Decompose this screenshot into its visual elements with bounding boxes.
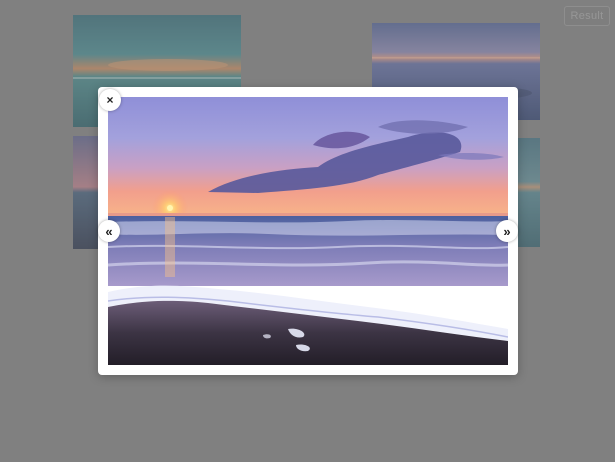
close-lightbox-button[interactable]: ×	[99, 89, 121, 111]
beach-sunset-waves-photo	[108, 97, 508, 365]
chevron-left-double-icon: «	[105, 223, 113, 239]
chevron-right-double-icon: »	[503, 223, 511, 239]
close-icon: ×	[106, 93, 114, 107]
previous-image-button[interactable]: «	[98, 220, 120, 242]
lightbox-image	[108, 97, 508, 365]
lightbox-dialog	[98, 87, 518, 375]
next-image-button[interactable]: »	[496, 220, 518, 242]
